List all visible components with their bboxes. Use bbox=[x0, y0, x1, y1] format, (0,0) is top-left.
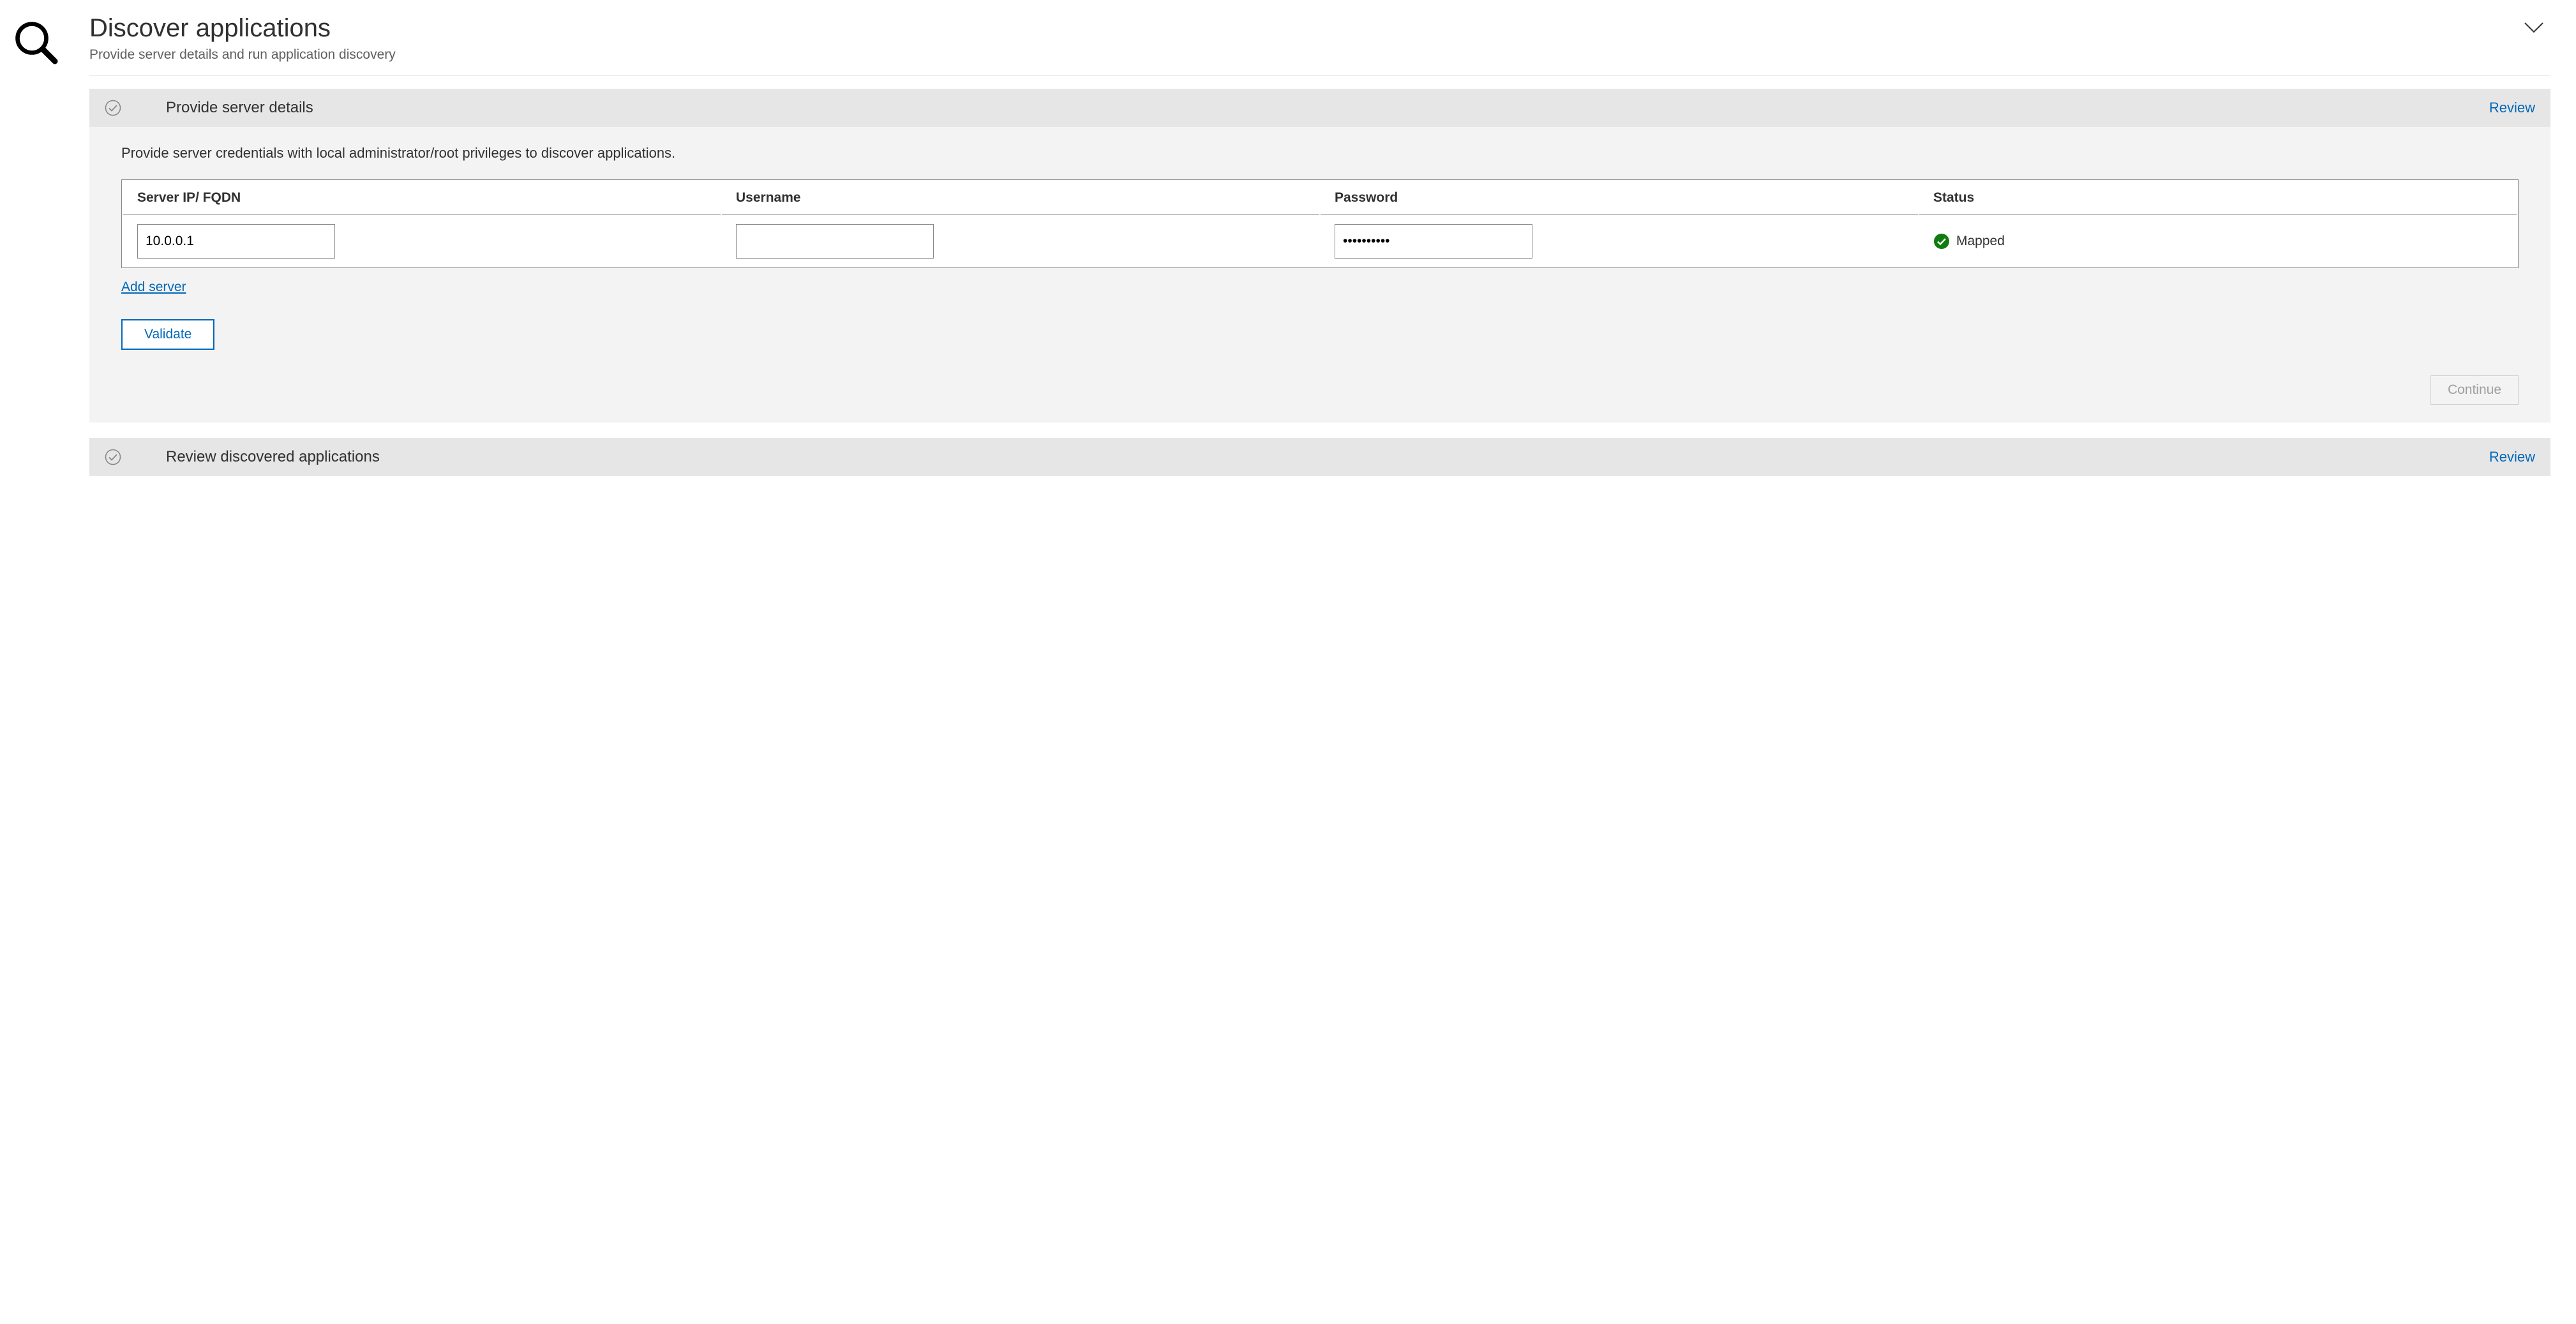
section-description: Provide server credentials with local ad… bbox=[121, 145, 2519, 162]
col-status: Status bbox=[1919, 181, 2517, 215]
server-table: Server IP/ FQDN Username Password Status bbox=[121, 179, 2519, 268]
password-input[interactable] bbox=[1335, 224, 1532, 259]
col-username: Username bbox=[722, 181, 1319, 215]
col-server: Server IP/ FQDN bbox=[123, 181, 721, 215]
section-header: Review discovered applications Review bbox=[89, 438, 2550, 476]
section-review-discovered-applications: Review discovered applications Review bbox=[89, 438, 2550, 476]
check-circle-icon bbox=[105, 100, 121, 116]
section-provide-server-details: Provide server details Review Provide se… bbox=[89, 89, 2550, 423]
section-title: Review discovered applications bbox=[166, 448, 2489, 466]
page-subtitle: Provide server details and run applicati… bbox=[89, 47, 396, 63]
col-password: Password bbox=[1321, 181, 1918, 215]
page-title: Discover applications bbox=[89, 13, 396, 43]
status-label: Mapped bbox=[1956, 234, 2005, 249]
validate-button[interactable]: Validate bbox=[121, 319, 214, 350]
server-ip-input[interactable] bbox=[137, 224, 335, 259]
review-link[interactable]: Review bbox=[2489, 449, 2535, 465]
table-row: Mapped bbox=[123, 216, 2517, 266]
search-icon bbox=[13, 13, 89, 492]
add-server-link[interactable]: Add server bbox=[121, 280, 186, 295]
divider bbox=[89, 75, 2550, 76]
check-circle-icon bbox=[105, 449, 121, 465]
status-success-icon bbox=[1933, 233, 1950, 250]
review-link[interactable]: Review bbox=[2489, 100, 2535, 116]
continue-button: Continue bbox=[2430, 375, 2519, 405]
chevron-down-icon[interactable] bbox=[2522, 13, 2550, 38]
section-title: Provide server details bbox=[166, 99, 2489, 117]
section-header: Provide server details Review bbox=[89, 89, 2550, 127]
username-input[interactable] bbox=[736, 224, 934, 259]
